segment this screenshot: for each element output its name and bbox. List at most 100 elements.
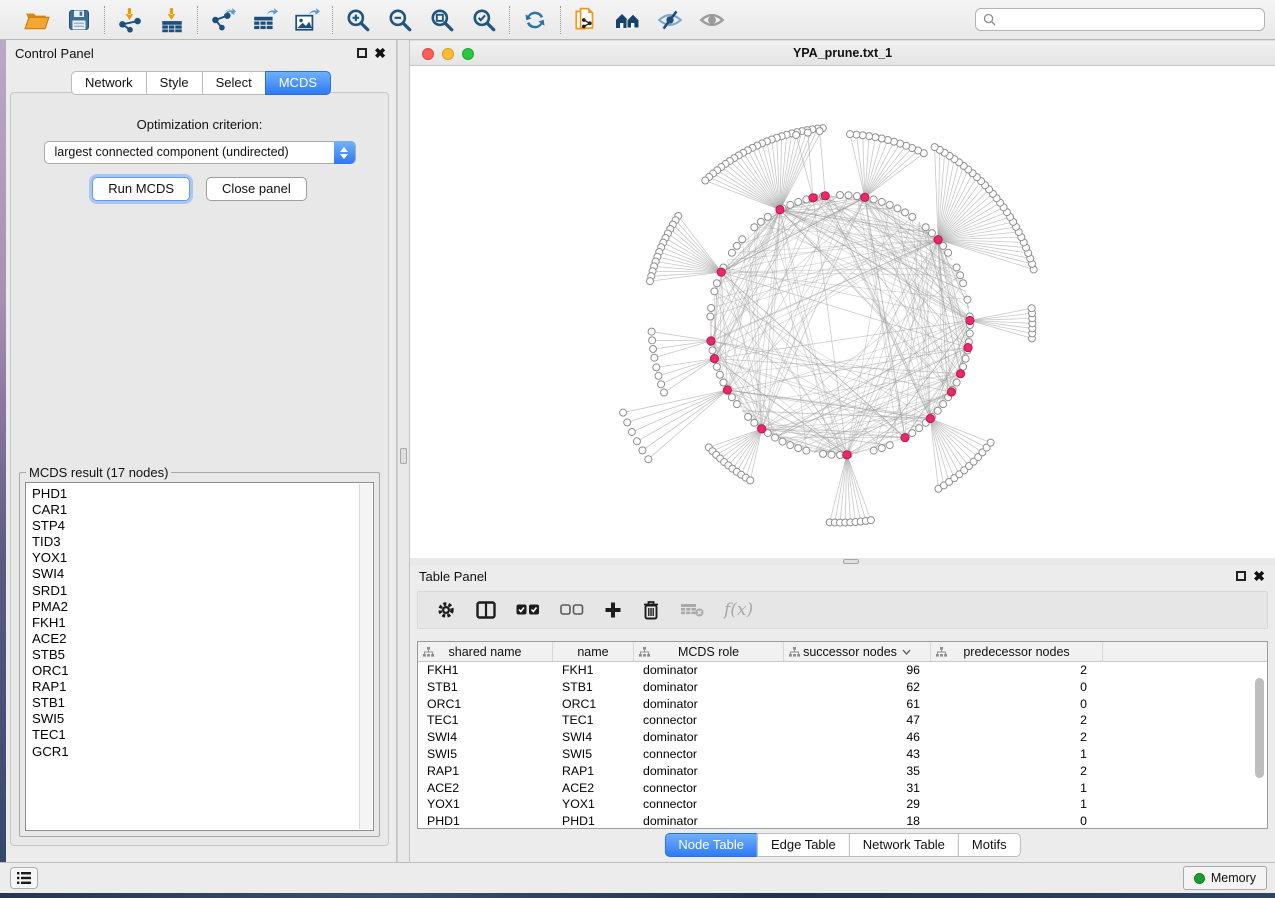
share-network-button[interactable] xyxy=(572,6,600,34)
mcds-result-item[interactable]: SWI5 xyxy=(32,711,373,727)
network-view-titlebar: YPA_prune.txt_1 xyxy=(410,40,1275,66)
table-scrollbar-thumb[interactable] xyxy=(1255,678,1264,778)
mcds-result-item[interactable]: ACE2 xyxy=(32,631,373,647)
memory-label: Memory xyxy=(1211,871,1256,885)
chevron-down-icon xyxy=(902,649,911,655)
table-panel-title: Table Panel xyxy=(410,569,487,584)
close-panel-icon[interactable]: ✖ xyxy=(1253,571,1265,581)
table-cell: dominator xyxy=(634,729,784,746)
close-panel-icon[interactable]: ✖ xyxy=(374,48,386,58)
vertical-splitter-handle[interactable] xyxy=(400,448,407,464)
export-table-button[interactable] xyxy=(251,6,279,34)
gear-icon xyxy=(436,600,456,620)
tab-select[interactable]: Select xyxy=(202,71,266,95)
table-row[interactable]: PHD1PHD1dominator180 xyxy=(418,813,1267,829)
table-cell: connector xyxy=(634,796,784,813)
mcds-result-item[interactable]: GCR1 xyxy=(32,744,373,760)
mcds-result-item[interactable]: SWI4 xyxy=(32,566,373,582)
export-image-icon xyxy=(294,7,320,33)
search-input[interactable] xyxy=(1001,13,1257,27)
table-row[interactable]: ACE2ACE2connector311 xyxy=(418,780,1267,797)
import-table-button[interactable] xyxy=(158,6,186,34)
mcds-result-item[interactable]: RAP1 xyxy=(32,679,373,695)
column-header-MCDS-role[interactable]: MCDS role xyxy=(634,642,784,661)
column-header-shared-name[interactable]: shared name xyxy=(418,642,553,661)
status-bar: Memory xyxy=(0,862,1275,893)
plus-icon xyxy=(604,601,622,619)
zoom-out-icon xyxy=(387,7,413,33)
mcds-result-item[interactable]: CAR1 xyxy=(32,502,373,518)
run-mcds-button[interactable]: Run MCDS xyxy=(92,177,190,201)
eye-icon xyxy=(698,7,726,33)
mcds-result-item[interactable]: FKH1 xyxy=(32,615,373,631)
horizontal-splitter-handle[interactable] xyxy=(843,559,859,564)
table-cell: 62 xyxy=(784,679,931,696)
table-row[interactable]: SWI4SWI4dominator462 xyxy=(418,729,1267,746)
close-panel-button[interactable]: Close panel xyxy=(206,177,307,201)
table-row[interactable]: YOX1YOX1connector291 xyxy=(418,796,1267,813)
column-header-successor-nodes[interactable]: successor nodes xyxy=(784,642,931,661)
task-history-button[interactable] xyxy=(10,867,38,889)
export-image-button[interactable] xyxy=(293,6,321,34)
unselect-all-columns-button[interactable] xyxy=(560,604,584,616)
first-neighbors-button[interactable] xyxy=(614,6,642,34)
mcds-result-item[interactable]: ORC1 xyxy=(32,663,373,679)
tab-node-table[interactable]: Node Table xyxy=(664,833,758,857)
mcds-result-item[interactable]: YOX1 xyxy=(32,550,373,566)
table-row[interactable]: STB1STB1dominator620 xyxy=(418,679,1267,696)
delete-column-button[interactable] xyxy=(642,600,660,620)
zoom-in-button[interactable] xyxy=(344,6,372,34)
save-floppy-icon xyxy=(67,8,91,32)
mcds-result-item[interactable]: SRD1 xyxy=(32,583,373,599)
attribute-tree-icon xyxy=(423,647,434,657)
mcds-result-item[interactable]: TEC1 xyxy=(32,727,373,743)
tab-edge-table[interactable]: Edge Table xyxy=(757,833,850,857)
add-column-button[interactable] xyxy=(604,601,622,619)
table-row[interactable]: SWI5SWI5connector431 xyxy=(418,746,1267,763)
network-canvas[interactable] xyxy=(410,66,1275,558)
save-session-button[interactable] xyxy=(65,6,93,34)
network-title: YPA_prune.txt_1 xyxy=(410,46,1275,60)
table-row[interactable]: ORC1ORC1dominator610 xyxy=(418,696,1267,713)
mcds-result-item[interactable]: TID3 xyxy=(32,534,373,550)
table-row[interactable]: TEC1TEC1connector472 xyxy=(418,712,1267,729)
float-panel-icon[interactable] xyxy=(1236,571,1246,581)
optimization-criterion-select[interactable]: largest connected component (undirected) xyxy=(44,141,356,164)
tab-motifs[interactable]: Motifs xyxy=(958,833,1021,857)
tab-network-table[interactable]: Network Table xyxy=(849,833,959,857)
memory-button[interactable]: Memory xyxy=(1183,866,1267,890)
open-session-button[interactable] xyxy=(23,6,51,34)
memory-status-icon xyxy=(1194,873,1205,884)
mcds-result-item[interactable]: STB1 xyxy=(32,695,373,711)
list-scrollbar[interactable] xyxy=(359,484,372,829)
export-group xyxy=(198,6,332,34)
zoom-selected-button[interactable] xyxy=(470,6,498,34)
layout-group xyxy=(510,6,560,34)
float-panel-icon[interactable] xyxy=(357,48,367,58)
mcds-result-item[interactable]: PMA2 xyxy=(32,599,373,615)
tab-style[interactable]: Style xyxy=(146,71,203,95)
show-all-button[interactable] xyxy=(698,6,726,34)
table-row[interactable]: FKH1FKH1dominator962 xyxy=(418,662,1267,679)
zoom-fit-button[interactable] xyxy=(428,6,456,34)
table-cell: dominator xyxy=(634,696,784,713)
export-network-button[interactable] xyxy=(209,6,237,34)
mcds-result-item[interactable]: STB5 xyxy=(32,647,373,663)
select-all-columns-button[interactable] xyxy=(516,604,540,616)
tab-network[interactable]: Network xyxy=(71,71,147,95)
tab-mcds[interactable]: MCDS xyxy=(265,71,331,95)
table-cell: ACE2 xyxy=(553,780,634,797)
settings-gear-button[interactable] xyxy=(436,600,456,620)
column-header-name[interactable]: name xyxy=(553,642,634,661)
mcds-result-list[interactable]: PHD1CAR1STP4TID3YOX1SWI4SRD1PMA2FKH1ACE2… xyxy=(25,482,374,831)
split-view-button[interactable] xyxy=(476,601,496,619)
table-row[interactable]: RAP1RAP1dominator352 xyxy=(418,763,1267,780)
import-network-button[interactable] xyxy=(116,6,144,34)
mcds-result-item[interactable]: STP4 xyxy=(32,518,373,534)
mcds-result-item[interactable]: PHD1 xyxy=(32,486,373,502)
refresh-layout-button[interactable] xyxy=(521,6,549,34)
hide-selected-button[interactable] xyxy=(656,6,684,34)
houses-icon xyxy=(614,7,642,33)
column-header-predecessor-nodes[interactable]: predecessor nodes xyxy=(931,642,1103,661)
zoom-out-button[interactable] xyxy=(386,6,414,34)
